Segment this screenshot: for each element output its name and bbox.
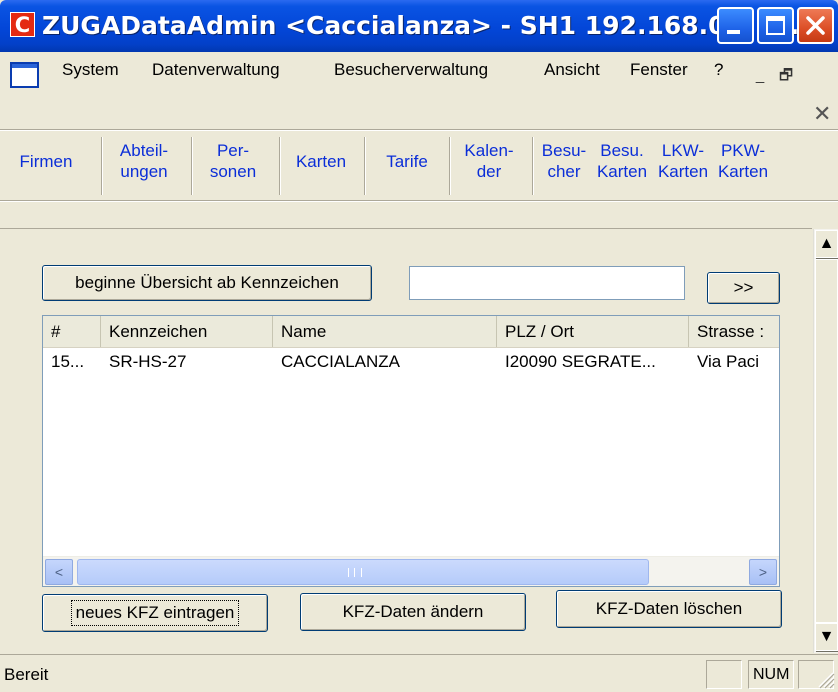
vehicle-list[interactable]: # Kennzeichen Name PLZ / Ort Strasse : 1…: [42, 315, 780, 587]
tab-besu-karten[interactable]: Besu. Karten: [592, 140, 652, 182]
license-plate-search-input[interactable]: [409, 266, 685, 300]
tab-separator: [191, 137, 193, 195]
menu-help[interactable]: ?: [714, 60, 723, 80]
edit-vehicle-button[interactable]: KFZ-Daten ändern: [300, 593, 526, 631]
scroll-up-icon[interactable]: ▲: [815, 230, 838, 258]
cell-kennzeichen: SR-HS-27: [109, 352, 187, 371]
cell-plz-ort: I20090 SEGRATE...: [505, 352, 656, 371]
tab-label: PKW- Karten: [717, 141, 769, 181]
column-header-strasse[interactable]: Strasse :: [689, 316, 779, 347]
tab-label: Firmen: [19, 152, 73, 171]
tab-firmen[interactable]: Firmen: [4, 151, 88, 172]
scroll-down-icon[interactable]: ▼: [815, 623, 838, 651]
cell-name: CACCIALANZA: [281, 352, 401, 371]
menu-besucherverwaltung[interactable]: Besucherverwaltung: [334, 60, 488, 80]
button-label: KFZ-Daten löschen: [595, 599, 743, 618]
scroll-grip-icon: [348, 568, 362, 577]
menu-fenster[interactable]: Fenster: [630, 60, 688, 80]
start-overview-button[interactable]: beginne Übersicht ab Kennzeichen: [42, 265, 372, 301]
horizontal-scroll-thumb[interactable]: [77, 559, 649, 585]
tab-besucher[interactable]: Besu- cher: [536, 140, 592, 182]
tab-label: Karten: [295, 152, 347, 171]
cell-strasse: Via Paci: [697, 352, 760, 371]
tab-separator: [101, 137, 103, 195]
horizontal-scrollbar[interactable]: < >: [43, 556, 779, 586]
cell-number: 15...: [51, 352, 85, 371]
status-pane-num: NUM: [748, 660, 794, 689]
list-header: # Kennzeichen Name PLZ / Ort Strasse :: [43, 316, 779, 348]
tab-separator: [364, 137, 366, 195]
tab-separator: [532, 137, 534, 195]
app-icon[interactable]: C: [10, 12, 35, 37]
tab-pkw-karten[interactable]: PKW- Karten: [712, 140, 774, 182]
toolbar-bottom-border: [0, 200, 838, 202]
maximize-button[interactable]: [757, 7, 794, 44]
mdi-close-icon[interactable]: ✕: [813, 103, 831, 125]
next-button[interactable]: >>: [707, 272, 780, 304]
scroll-left-icon[interactable]: <: [45, 559, 73, 585]
mdi-minimize-icon[interactable]: _: [750, 66, 770, 86]
maximize-icon: [766, 16, 785, 35]
close-button[interactable]: [797, 7, 834, 44]
title-bar[interactable]: C ZUGADataAdmin <Caccialanza> - SH1 192.…: [0, 0, 838, 52]
status-text: Bereit: [4, 665, 49, 684]
delete-vehicle-button[interactable]: KFZ-Daten löschen: [556, 590, 782, 628]
button-label: neues KFZ eintragen: [70, 600, 240, 626]
menu-datenverwaltung[interactable]: Datenverwaltung: [152, 60, 280, 80]
close-icon: [806, 16, 825, 35]
tab-personen[interactable]: Per- sonen: [194, 140, 272, 182]
tab-label: Abteil- ungen: [119, 141, 169, 181]
module-toolbar: Firmen Abteil- ungen Per- sonen Karten T…: [0, 131, 838, 199]
tab-kalender[interactable]: Kalen- der: [450, 140, 528, 182]
new-vehicle-button[interactable]: neues KFZ eintragen: [42, 594, 268, 632]
column-header-number[interactable]: #: [43, 316, 101, 347]
button-label: >>: [733, 278, 754, 297]
tab-label: Besu- cher: [541, 141, 587, 181]
status-pane-empty: [706, 660, 742, 689]
menu-system[interactable]: System: [62, 60, 119, 80]
tab-label: Kalen- der: [464, 141, 514, 181]
application-window: C ZUGADataAdmin <Caccialanza> - SH1 192.…: [0, 0, 838, 692]
vertical-scrollbar[interactable]: ▲ ▼: [813, 229, 838, 653]
column-header-kennzeichen[interactable]: Kennzeichen: [101, 316, 273, 347]
tab-lkw-karten[interactable]: LKW- Karten: [650, 140, 716, 182]
tab-label: Tarife: [386, 152, 428, 171]
tab-karten[interactable]: Karten: [282, 151, 360, 172]
tab-label: LKW- Karten: [657, 141, 709, 181]
minimize-button[interactable]: [717, 7, 754, 44]
status-bar: Bereit NUM: [0, 654, 838, 692]
vertical-scroll-thumb[interactable]: [815, 259, 838, 623]
tab-label: Per- sonen: [209, 141, 257, 181]
tab-separator: [279, 137, 281, 195]
scroll-right-icon[interactable]: >: [749, 559, 777, 585]
document-icon[interactable]: [10, 62, 39, 88]
menu-bar: System Datenverwaltung Besucherverwaltun…: [0, 52, 838, 94]
tab-abteilungen[interactable]: Abteil- ungen: [105, 140, 183, 182]
column-header-name[interactable]: Name: [273, 316, 497, 347]
mdi-restore-icon[interactable]: 🗗: [776, 66, 796, 86]
tab-label: Besu. Karten: [596, 141, 648, 181]
minimize-icon: [727, 30, 740, 34]
button-label: beginne Übersicht ab Kennzeichen: [75, 273, 339, 292]
window-title: ZUGADataAdmin <Caccialanza> - SH1 192.16…: [42, 11, 809, 40]
resize-grip-icon[interactable]: [815, 669, 835, 689]
menu-ansicht[interactable]: Ansicht: [544, 60, 600, 80]
button-label: KFZ-Daten ändern: [342, 602, 484, 621]
tab-tarife[interactable]: Tarife: [368, 151, 446, 172]
column-header-plz-ort[interactable]: PLZ / Ort: [497, 316, 689, 347]
table-row[interactable]: 15... SR-HS-27 CACCIALANZA I20090 SEGRAT…: [43, 349, 779, 375]
